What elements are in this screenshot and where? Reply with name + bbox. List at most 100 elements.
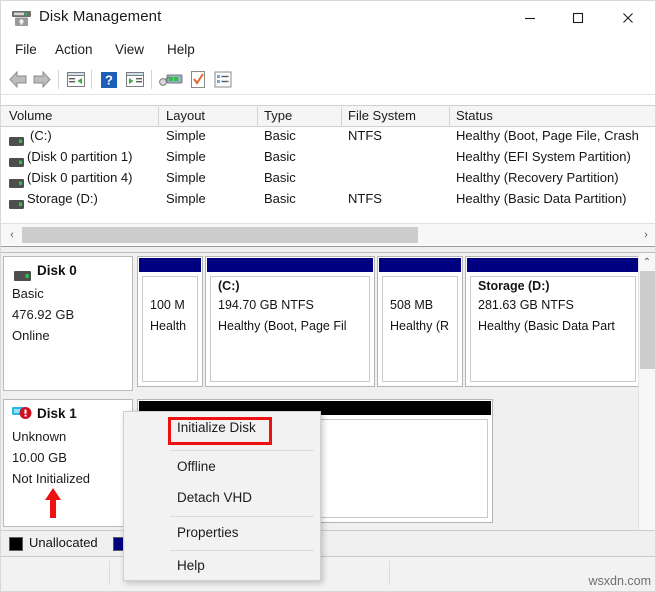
column-header-volume[interactable]: Volume (9, 108, 52, 123)
highlight-box-initialize-disk (168, 417, 272, 445)
partition-recovery[interactable]: 508 MB Healthy (R (377, 256, 463, 387)
disk-status: Online (12, 328, 50, 343)
close-button[interactable] (605, 1, 651, 35)
context-menu-label: Detach VHD (177, 490, 252, 505)
cell-status: Healthy (Basic Data Partition) (456, 191, 627, 206)
cell-file-system: NTFS (348, 191, 382, 206)
legend-swatch-unallocated (9, 537, 23, 551)
basic-disk-icon (14, 268, 31, 278)
partition-size: 508 MB (390, 298, 433, 312)
table-row[interactable]: (Disk 0 partition 4) Simple Basic Health… (1, 169, 656, 190)
disk-title: Disk 1 (37, 406, 77, 421)
forward-icon[interactable] (31, 69, 53, 90)
watermark-text: wsxdn.com (588, 574, 651, 588)
menu-bar: File Action View Help (1, 37, 656, 64)
partition-detail: 508 MB Healthy (R (382, 276, 458, 382)
context-menu: Initialize Disk Offline Detach VHD Prope… (123, 411, 321, 581)
table-row[interactable]: (Disk 0 partition 1) Simple Basic Health… (1, 148, 656, 169)
context-menu-label: Help (177, 558, 205, 573)
volume-list: (C:) Simple Basic NTFS Healthy (Boot, Pa… (1, 127, 656, 219)
scroll-left-icon[interactable]: ‹ (3, 224, 21, 245)
scrollbar-thumb[interactable] (22, 227, 418, 243)
partition-storage-d[interactable]: Storage (D:) 281.63 GB NTFS Healthy (Bas… (465, 256, 641, 387)
cell-layout: Simple (166, 149, 206, 164)
column-divider[interactable] (449, 107, 450, 127)
column-header-status[interactable]: Status (456, 108, 493, 123)
disk-row-disk-0: Disk 0 Basic 476.92 GB Online 100 M Heal… (3, 256, 639, 391)
cell-type: Basic (264, 128, 296, 143)
scrollbar-thumb[interactable] (640, 271, 655, 369)
cell-type: Basic (264, 170, 296, 185)
cell-status: Healthy (Recovery Partition) (456, 170, 619, 185)
disk-info-panel[interactable]: Disk 1 Unknown 10.00 GB Not Initialized (3, 399, 133, 527)
table-row[interactable]: (C:) Simple Basic NTFS Healthy (Boot, Pa… (1, 127, 656, 148)
list-view-icon[interactable] (212, 69, 234, 90)
partition-efi[interactable]: 100 M Health (137, 256, 203, 387)
toolbar-separator-3 (151, 70, 152, 89)
help-icon[interactable]: ? (98, 69, 120, 90)
pane-splitter[interactable] (1, 246, 656, 253)
column-divider[interactable] (158, 107, 159, 127)
back-icon[interactable] (7, 69, 29, 90)
volume-icon (9, 175, 24, 184)
partition-detail: Storage (D:) 281.63 GB NTFS Healthy (Bas… (470, 276, 636, 382)
menu-action[interactable]: Action (51, 41, 97, 58)
toolbar-separator (58, 70, 59, 89)
column-header-layout[interactable]: Layout (166, 108, 205, 123)
disk-type: Unknown (12, 429, 66, 444)
volume-icon (9, 196, 24, 205)
column-header-file-system[interactable]: File System (348, 108, 416, 123)
context-menu-item-offline[interactable]: Offline (125, 453, 321, 483)
status-bar: wsxdn.com (1, 556, 656, 591)
toolbar-separator-2 (91, 70, 92, 89)
context-menu-item-properties[interactable]: Properties (125, 519, 321, 549)
rescan-disks-icon[interactable] (158, 69, 180, 90)
cell-status: Healthy (Boot, Page File, Crash (456, 128, 639, 143)
volume-icon (9, 133, 24, 142)
disk-capacity: 476.92 GB (12, 307, 74, 322)
table-row[interactable]: Storage (D:) Simple Basic NTFS Healthy (… (1, 190, 656, 211)
partition-status: Healthy (Basic Data Part (478, 319, 615, 333)
cell-volume: (C:) (30, 128, 52, 143)
legend-label-unallocated: Unallocated (29, 535, 98, 550)
column-divider[interactable] (341, 107, 342, 127)
partition-color-bar (379, 258, 461, 272)
partition-size: 194.70 GB NTFS (218, 298, 314, 312)
disk-title: Disk 0 (37, 263, 77, 278)
volume-list-horizontal-scrollbar[interactable]: ‹ › (1, 223, 656, 245)
volume-icon (9, 154, 24, 163)
partition-title: (C:) (218, 279, 240, 293)
partition-c[interactable]: (C:) 194.70 GB NTFS Healthy (Boot, Page … (205, 256, 375, 387)
context-menu-label: Properties (177, 525, 239, 540)
partition-size: 100 M (150, 298, 185, 312)
toolbar: ? (1, 64, 656, 95)
title-bar: Disk Management (1, 1, 656, 37)
graphical-view: Disk 0 Basic 476.92 GB Online 100 M Heal… (1, 253, 656, 541)
partition-color-bar (207, 258, 373, 272)
disk-info-panel[interactable]: Disk 0 Basic 476.92 GB Online (3, 256, 133, 391)
context-menu-item-help[interactable]: Help (125, 552, 321, 582)
menu-help[interactable]: Help (163, 41, 199, 58)
minimize-button[interactable] (507, 1, 553, 35)
menu-file[interactable]: File (11, 41, 41, 58)
context-menu-item-detach-vhd[interactable]: Detach VHD (125, 484, 321, 514)
show-hide-console-tree-icon[interactable] (65, 69, 87, 90)
scroll-up-icon[interactable]: ⌃ (639, 254, 655, 271)
show-hide-action-pane-icon[interactable] (124, 69, 146, 90)
menu-view[interactable]: View (111, 41, 148, 58)
properties-icon[interactable] (187, 69, 209, 90)
graphical-view-vertical-scrollbar[interactable]: ⌃ ⌄ (638, 253, 655, 541)
partition-size: 281.63 GB NTFS (478, 298, 574, 312)
status-bar-divider (389, 561, 390, 585)
context-menu-separator (170, 550, 314, 551)
partition-status: Health (150, 319, 186, 333)
unknown-disk-error-icon (12, 406, 34, 424)
scroll-right-icon[interactable]: › (637, 224, 655, 245)
partition-status: Healthy (Boot, Page Fil (218, 319, 347, 333)
cell-volume: Storage (D:) (27, 191, 98, 206)
column-divider[interactable] (257, 107, 258, 127)
partition-status: Healthy (R (390, 319, 449, 333)
column-header-type[interactable]: Type (264, 108, 292, 123)
maximize-button[interactable] (555, 1, 601, 35)
window-title: Disk Management (39, 8, 161, 25)
